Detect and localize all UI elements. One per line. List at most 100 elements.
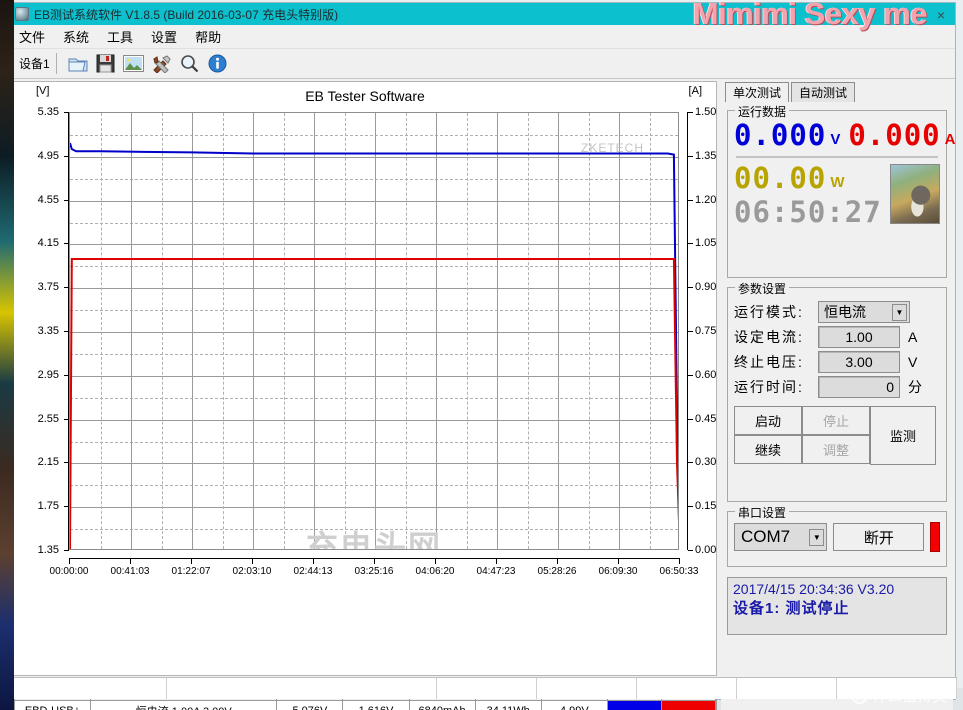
x-axis-tick xyxy=(252,558,253,564)
runtime-input[interactable]: 0 xyxy=(818,376,900,398)
smzdm-brand-text: 什么值得买 xyxy=(872,687,948,705)
voltage-unit: V xyxy=(830,131,841,148)
current-value: 0.000 xyxy=(848,118,941,152)
tools-icon[interactable] xyxy=(150,52,174,76)
x-axis-tick-label: 04:47:23 xyxy=(476,566,516,577)
x-axis-tick-label: 02:03:10 xyxy=(232,566,272,577)
smzdm-logo-icon: 值 xyxy=(851,686,868,704)
y-axis-right-tick-label: 1.35 xyxy=(695,149,717,162)
toolbar-device-tab[interactable]: 设备1 xyxy=(17,53,57,74)
y-axis-right-tick xyxy=(688,112,693,113)
chart-series-line xyxy=(70,258,678,549)
com-port-select[interactable]: COM7 ▼ xyxy=(734,523,828,551)
runtime-value: 0 xyxy=(886,379,894,395)
parameter-settings-group: 参数设置 运行模式: 恒电流 ▼ 设定电流: 1.00 A 终止电压: 3.00… xyxy=(727,280,947,502)
menu-item-tools[interactable]: 工具 xyxy=(107,27,133,46)
plot-area[interactable]: ZKETECH 充电头网 www.chongdiantou.com xyxy=(69,112,679,550)
chart-panel: [V] [A] EB Tester Software 5.35 4.95 4.55 4… xyxy=(13,81,717,676)
y-axis-right-tick xyxy=(688,550,693,551)
chart-title: EB Tester Software xyxy=(305,88,425,104)
y-axis-right-tick xyxy=(688,287,693,289)
info-icon[interactable] xyxy=(206,52,230,76)
x-axis-tick xyxy=(130,558,131,564)
stop-voltage-input[interactable]: 3.00 xyxy=(818,351,900,373)
monitor-button[interactable]: 监测 xyxy=(870,406,936,465)
cell-curve-v-swatch[interactable] xyxy=(606,700,662,710)
save-icon[interactable] xyxy=(94,52,118,76)
row-stop-voltage: 终止电压: 3.00 V xyxy=(734,351,940,373)
application-window: EB测试系统软件 V1.8.5 (Build 2016-03-07 充电头特别版… xyxy=(8,0,957,710)
start-button[interactable]: 启动 xyxy=(734,406,802,435)
y-axis-left-tick-label: 3.35 xyxy=(37,325,59,337)
x-axis-tick-label: 03:25:16 xyxy=(354,566,394,577)
cell-capacity: 6840mAh xyxy=(408,700,476,710)
overlay-close-icon[interactable]: × xyxy=(937,7,945,23)
readout-divider xyxy=(736,156,938,158)
tab-auto-test[interactable]: 自动测试 xyxy=(791,82,856,102)
x-axis-tick-label: 05:28:26 xyxy=(537,566,577,577)
table-row[interactable]: EBD-USB+ 恒电流 1.00A 3.00V 5.076V 1.616V 6… xyxy=(13,700,717,710)
voltage-value: 0.000 xyxy=(734,118,827,152)
runtime-unit: 分 xyxy=(908,379,922,395)
serial-settings-legend: 串口设置 xyxy=(735,504,790,521)
y-axis-left-tick-label: 2.15 xyxy=(37,456,59,469)
menu-item-settings[interactable]: 设置 xyxy=(151,27,177,46)
x-axis-tick xyxy=(618,558,619,564)
y-axis-left-tick-label: 4.95 xyxy=(37,149,59,162)
title-bar: EB测试系统软件 V1.8.5 (Build 2016-03-07 充电头特别版… xyxy=(9,0,955,31)
folder-open-icon[interactable] xyxy=(66,52,90,76)
voltage-current-readout: 0.000 V 0.000 A xyxy=(734,118,955,152)
y-axis-left-tick xyxy=(64,550,69,551)
parameter-settings-legend: 参数设置 xyxy=(735,280,790,297)
status-bar xyxy=(9,677,957,699)
y-axis-left-tick-label: 2.55 xyxy=(37,412,59,425)
menu-item-system[interactable]: 系统 xyxy=(63,27,89,46)
connection-status-led xyxy=(930,522,940,552)
site-watermark: 值 什么值得买 xyxy=(851,682,959,708)
run-mode-select[interactable]: 恒电流 ▼ xyxy=(818,301,910,323)
y-axis-right-tick-label: 1.05 xyxy=(695,237,717,250)
y-axis-right-tick xyxy=(688,418,693,420)
cell-stop-voltage: 1.616V xyxy=(342,700,410,710)
y-axis-right-tick-label: 0.90 xyxy=(695,281,717,294)
x-axis-tick-label: 06:09:30 xyxy=(598,566,638,577)
menu-item-file[interactable]: 文件 xyxy=(19,27,45,46)
x-axis-tick xyxy=(496,558,497,564)
y-axis-right-tick xyxy=(688,374,693,376)
cat-photo-thumbnail xyxy=(889,164,940,224)
y-axis-right-tick xyxy=(688,199,693,201)
cell-mode: 恒电流 1.00A 3.00V xyxy=(90,700,278,710)
disconnect-button[interactable]: 断开 xyxy=(833,523,925,551)
power-time-readout: 00.00 W 06:50:27 xyxy=(734,164,882,227)
search-icon[interactable] xyxy=(178,52,202,76)
status-log-box[interactable]: 2017/4/15 20:34:36 V3.20 设备1: 测试停止 xyxy=(727,577,947,635)
x-axis-tick-label: 04:06:20 xyxy=(415,566,455,577)
set-current-value: 1.00 xyxy=(845,329,873,345)
y-axis-left-tick-label: 5.35 xyxy=(37,106,59,118)
x-axis-tick xyxy=(191,558,192,564)
cell-avg-voltage: 4.99V xyxy=(540,700,608,710)
y-axis-right-tick xyxy=(688,243,693,245)
chart-series-line xyxy=(70,142,678,496)
serial-settings-group: 串口设置 COM7 ▼ 断开 xyxy=(727,504,947,567)
chevron-down-icon[interactable]: ▼ xyxy=(892,303,907,321)
x-axis-tick-label: 00:00:00 xyxy=(49,566,89,577)
continue-button[interactable]: 继续 xyxy=(734,435,802,464)
current-unit: A xyxy=(944,131,956,148)
right-panel: 单次测试 自动测试 运行数据 0.000 V 0.000 A 00.00 W 0… xyxy=(721,81,955,710)
cell-curve-a-swatch[interactable] xyxy=(660,700,717,710)
chevron-down-icon[interactable]: ▼ xyxy=(809,528,825,546)
menu-item-help[interactable]: 帮助 xyxy=(195,27,221,46)
y-axis-right-tick xyxy=(688,155,693,157)
run-mode-label: 运行模式: xyxy=(734,304,804,320)
tab-single-test[interactable]: 单次测试 xyxy=(725,82,790,102)
window-title: EB测试系统软件 V1.8.5 (Build 2016-03-07 充电头特别版… xyxy=(34,7,339,22)
set-current-input[interactable]: 1.00 xyxy=(818,326,900,348)
y-axis-right-tick-label: 0.15 xyxy=(695,500,717,513)
y-axis-right-tick-label: 0.45 xyxy=(695,412,717,425)
image-icon[interactable] xyxy=(122,52,146,76)
row-runtime: 运行时间: 0 分 xyxy=(734,376,940,398)
power-value: 00.00 xyxy=(734,161,827,195)
set-current-unit: A xyxy=(908,329,918,345)
set-current-label: 设定电流: xyxy=(734,329,804,345)
